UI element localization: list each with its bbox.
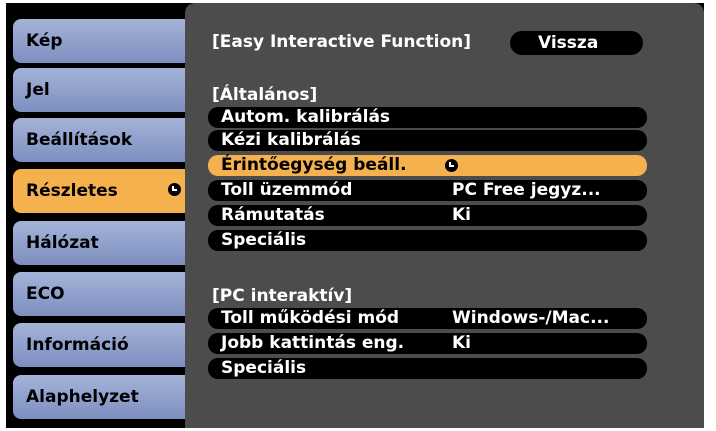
menu-tab-label: Információ bbox=[26, 335, 129, 355]
menu-row-manual-calibration[interactable]: Kézi kalibrálás bbox=[208, 130, 647, 151]
row-label: Speciális bbox=[221, 230, 307, 250]
menu-tab-label: Kép bbox=[26, 31, 63, 51]
menu-tab-label: Alaphelyzet bbox=[26, 387, 139, 407]
row-label: Jobb kattintás eng. bbox=[221, 333, 405, 353]
menu-row-advanced[interactable]: Speciális bbox=[208, 230, 647, 251]
row-label: Kézi kalibrálás bbox=[221, 130, 361, 150]
menu-row-right-click-enable[interactable]: Jobb kattintás eng. Ki bbox=[208, 333, 647, 354]
row-label: Érintőegység beáll. bbox=[221, 155, 407, 175]
menu-tab-reszletes[interactable]: Részletes bbox=[13, 169, 195, 213]
menu-tab-informacio[interactable]: Információ bbox=[13, 323, 185, 367]
row-label: Rámutatás bbox=[221, 205, 325, 225]
menu-tab-jel[interactable]: Jel bbox=[13, 68, 185, 112]
menu-row-pen-mode[interactable]: Toll üzemmód PC Free jegyz... bbox=[208, 180, 647, 201]
row-label: Toll üzemmód bbox=[221, 180, 353, 200]
section-header-general: [Általános] bbox=[212, 85, 318, 105]
menu-row-pointing[interactable]: Rámutatás Ki bbox=[208, 205, 647, 226]
menu-tab-eco[interactable]: ECO bbox=[13, 272, 185, 316]
row-value: Ki bbox=[452, 205, 472, 225]
menu-tab-halozat[interactable]: Hálózat bbox=[13, 221, 185, 265]
menu-tab-label: Hálózat bbox=[26, 233, 99, 253]
menu-row-advanced-pc[interactable]: Speciális bbox=[208, 358, 647, 379]
menu-tab-kep[interactable]: Kép bbox=[13, 19, 185, 63]
row-value: Windows-/Mac... bbox=[452, 308, 610, 328]
row-label: Speciális bbox=[221, 358, 307, 378]
row-label: Toll működési mód bbox=[221, 308, 400, 328]
row-value: Ki bbox=[452, 333, 472, 353]
section-header-pc-interactive: [PC interaktív] bbox=[212, 286, 353, 306]
row-value: PC Free jegyz... bbox=[452, 180, 601, 200]
menu-tab-label: Részletes bbox=[26, 181, 118, 201]
menu-tab-label: Beállítások bbox=[26, 130, 133, 150]
menu-row-auto-calibration[interactable]: Autom. kalibrálás bbox=[208, 107, 647, 128]
menu-tab-alaphelyzet[interactable]: Alaphelyzet bbox=[13, 375, 185, 419]
panel-title: [Easy Interactive Function] bbox=[212, 32, 472, 52]
menu-row-touch-unit-setup[interactable]: Érintőegység beáll. bbox=[208, 155, 647, 176]
back-button[interactable]: Vissza bbox=[510, 31, 643, 55]
menu-tab-beallitasok[interactable]: Beállítások bbox=[13, 118, 185, 162]
menu-row-pen-operation-mode[interactable]: Toll működési mód Windows-/Mac... bbox=[208, 308, 647, 329]
menu-tab-label: ECO bbox=[26, 284, 65, 304]
row-label: Autom. kalibrálás bbox=[221, 107, 391, 127]
menu-tab-label: Jel bbox=[26, 80, 50, 100]
enter-icon bbox=[168, 183, 181, 196]
enter-icon bbox=[445, 159, 458, 172]
